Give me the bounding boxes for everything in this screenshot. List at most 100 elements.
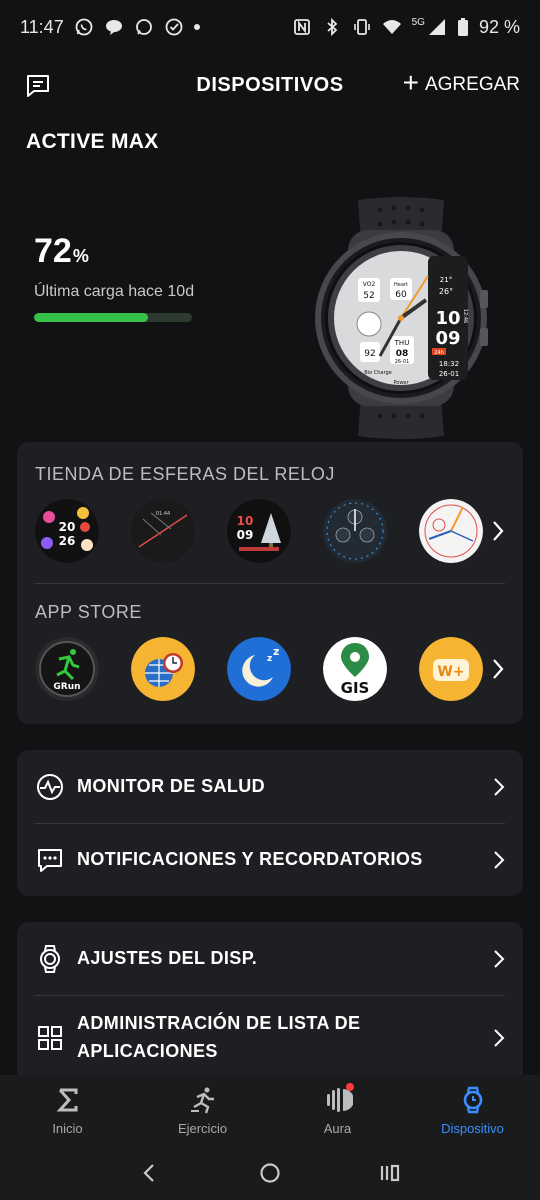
watch-face-2026[interactable]: 20 26 [35,499,99,563]
svg-text:26°: 26° [439,287,453,296]
health-monitor-label: MONITOR DE SALUD [77,776,266,796]
nav-device-label: Dispositivo [441,1121,504,1136]
add-device-button[interactable]: + AGREGAR [402,67,520,98]
svg-text:08: 08 [396,349,409,359]
app-world-clock[interactable] [131,637,195,701]
nav-exercise-label: Ejercicio [177,1121,228,1136]
plus-icon: + [402,67,419,98]
svg-text:THU: THU [394,339,410,347]
health-pulse-icon [35,772,65,802]
notifications-item[interactable]: NOTIFICACIONES Y RECORDATORIOS [17,823,523,896]
svg-text:10: 10 [435,308,460,329]
battery-icon [457,17,469,37]
app-store-title: APP STORE [35,602,142,622]
svg-text:60: 60 [395,290,407,300]
nav-aura[interactable]: Aura [270,1075,405,1145]
device-battery: 72% Última carga hace 10d [34,232,214,322]
store-divider [35,583,505,584]
svg-text:09: 09 [435,328,460,349]
app-store-row[interactable]: GRun z z GIS W+ [35,636,505,702]
battery-progress-bar [34,313,192,322]
top-app-bar: DISPOSITIVOS + AGREGAR [0,64,540,108]
add-device-label: AGREGAR [424,73,520,95]
bottom-navigation: Inicio Ejercicio Aura Dispositivo [0,1075,540,1145]
back-icon[interactable] [139,1162,161,1184]
app-store-more-chevron-icon[interactable] [491,657,505,681]
nav-home[interactable]: Inicio [0,1075,135,1145]
svg-text:GIS: GIS [341,679,370,697]
watch-icon [35,944,65,974]
app-gis[interactable]: GIS [323,637,387,701]
app-sleep[interactable]: z z [227,637,291,701]
svg-text:VO2: VO2 [363,281,376,288]
chat-bubbles-icon [104,17,124,37]
status-time: 11:47 [20,16,64,37]
svg-text:92: 92 [364,349,375,359]
signal-icon [427,17,447,37]
svg-text:Power: Power [393,380,409,386]
message-icon [134,17,154,37]
watch-face-blue-chrono[interactable] [323,499,387,563]
nfc-icon [292,17,312,37]
device-settings-label: AJUSTES DEL DISP. [77,948,258,968]
device-name: ACTIVE MAX [26,130,159,153]
svg-text:W+: W+ [437,664,464,680]
svg-text:20: 20 [59,520,76,534]
svg-text:12:46: 12:46 [462,309,468,323]
svg-text:26-01: 26-01 [395,359,410,365]
device-settings-item[interactable]: AJUSTES DEL DISP. [17,922,523,995]
nav-device[interactable]: Dispositivo [405,1075,540,1145]
watch-image[interactable]: 10 09 26° 21° 24h 18:32 26-01 VO2 52 Hea… [314,196,488,440]
svg-text:26-01: 26-01 [439,370,459,378]
watch-face-more-chevron-icon[interactable] [491,519,505,543]
chevron-right-icon [493,949,505,969]
watch-face-dark-stripes[interactable]: 01:44 [131,499,195,563]
chevron-right-icon [493,850,505,870]
vibrate-icon [352,17,372,37]
feedback-icon[interactable] [24,72,52,100]
message-dots-icon [35,845,65,875]
watch-face-white-analog[interactable] [419,499,483,563]
running-icon [190,1087,214,1114]
app-w-plus[interactable]: W+ [419,637,483,701]
svg-text:21°: 21° [440,276,452,284]
status-bar: 11:47 5G 92 % [0,0,540,54]
notifications-label: NOTIFICACIONES Y RECORDATORIOS [77,849,423,869]
watch-icon [463,1086,482,1114]
more-notifications-dot [193,24,200,30]
app-list-management-label: ADMINISTRACIÓN DE LISTA DE APLICACIONES [77,1013,361,1061]
whatsapp-icon [74,17,94,37]
nav-exercise[interactable]: Ejercicio [135,1075,270,1145]
svg-text:52: 52 [363,291,374,301]
svg-text:z: z [267,654,272,664]
watch-face-christmas[interactable]: 10 09 [227,499,291,563]
svg-text:09: 09 [237,528,254,542]
wifi-icon [382,17,402,37]
chevron-right-icon [493,1028,505,1048]
svg-text:GRun: GRun [53,682,80,692]
svg-text:18:32: 18:32 [439,360,459,368]
health-monitor-item[interactable]: MONITOR DE SALUD [17,750,523,823]
watch-face-store-title: TIENDA DE ESFERAS DEL RELOJ [35,464,335,484]
system-navigation-bar [0,1145,540,1200]
sigma-home-icon [56,1088,77,1112]
nav-home-label: Inicio [52,1121,83,1136]
svg-text:01:44: 01:44 [156,511,170,517]
watch-face-row[interactable]: 20 26 01:44 10 09 [35,498,505,564]
svg-text:z: z [273,645,279,658]
battery-percent: 92 % [478,16,520,37]
app-grid-icon [35,1023,65,1053]
bluetooth-icon [322,17,342,37]
svg-text:Heart: Heart [394,282,408,288]
device-settings-card: AJUSTES DEL DISP. ADMINISTRACIÓN DE LIST… [17,922,523,1092]
svg-text:26: 26 [59,534,76,548]
device-battery-value: 72% [34,232,89,270]
last-charge-label: Última carga hace 10d [34,283,195,300]
chevron-right-icon [493,777,505,797]
recents-icon[interactable] [379,1162,401,1184]
app-grun[interactable]: GRun [35,637,99,701]
store-card: TIENDA DE ESFERAS DEL RELOJ 20 26 01:44 [17,442,523,724]
check-circle-icon [164,17,184,37]
home-circle-icon[interactable] [259,1162,281,1184]
nav-aura-label: Aura [323,1121,352,1136]
